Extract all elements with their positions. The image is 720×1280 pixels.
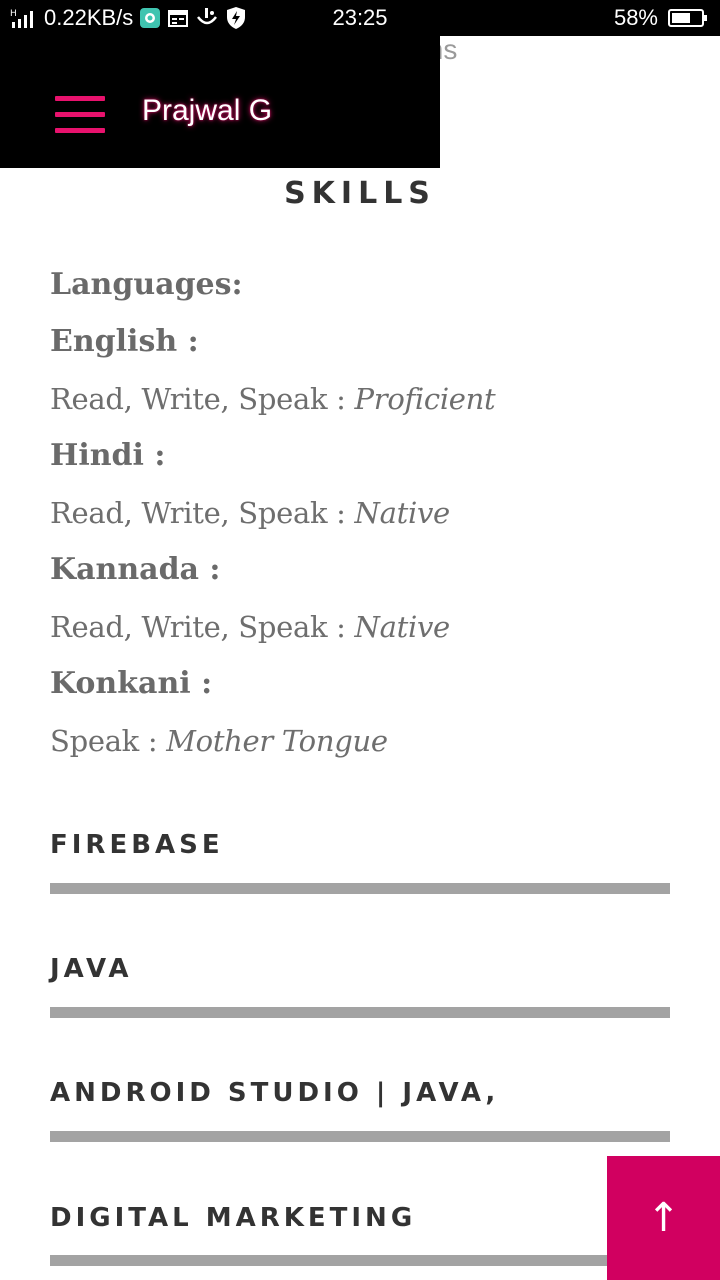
language-abilities: Read, Write, Speak : [50, 496, 355, 530]
language-level: Proficient [354, 382, 496, 416]
skill-item-android-studio: ANDROID STUDIO | JAVA, [50, 1078, 670, 1142]
language-level: Mother Tongue [166, 724, 388, 758]
language-abilities: Read, Write, Speak : [50, 610, 355, 644]
skill-bar [50, 1255, 670, 1266]
languages-label: Languages: [50, 267, 243, 302]
language-detail: Read, Write, Speak : Native [50, 604, 690, 661]
skill-bar [50, 1007, 670, 1018]
back-to-top-button[interactable]: ↑ [607, 1156, 720, 1280]
calendar-icon [167, 8, 189, 28]
language-name: Kannada : [50, 552, 221, 587]
language-abilities: Read, Write, Speak : [50, 382, 355, 416]
language-name: Hindi : [50, 438, 166, 473]
skill-item-java: JAVA [50, 954, 670, 1018]
language-detail: Read, Write, Speak : Native [50, 490, 690, 547]
skill-name: FIREBASE [50, 830, 224, 860]
battery-percent: 58% [613, 5, 658, 30]
language-name: English : [50, 324, 199, 359]
assistant-icon [195, 7, 219, 29]
arrow-up-icon: ↑ [646, 1195, 681, 1241]
languages-section: Languages: English : Read, Write, Speak … [50, 262, 690, 775]
language-level: Native [354, 610, 451, 644]
menu-icon[interactable] [55, 96, 105, 136]
site-header: Prajwal G [0, 36, 440, 168]
skill-bar [50, 1131, 670, 1142]
skill-bar [50, 883, 670, 894]
skill-item-firebase: FIREBASE [50, 830, 670, 894]
skill-name: JAVA [50, 954, 133, 984]
signal-icon: H [10, 7, 38, 29]
site-title[interactable]: Prajwal G [142, 94, 272, 128]
shield-icon [225, 6, 247, 30]
skill-item-digital-marketing: DIGITAL MARKETING [50, 1203, 670, 1266]
network-speed: 0.22KB/s [44, 5, 134, 30]
language-detail: Read, Write, Speak : Proficient [50, 376, 690, 433]
svg-text:H: H [10, 9, 17, 19]
language-name: Konkani : [50, 666, 213, 701]
skill-name: ANDROID STUDIO | JAVA, [50, 1078, 500, 1108]
battery-icon [668, 8, 708, 28]
language-abilities: Speak : [50, 724, 167, 758]
app-notification-icon [139, 7, 161, 29]
skill-name: DIGITAL MARKETING [50, 1203, 417, 1233]
skills-heading: SKILLS [284, 176, 436, 211]
language-detail: Speak : Mother Tongue [50, 718, 690, 775]
language-level: Native [354, 496, 451, 530]
status-bar: H 0.22KB/s 23:25 58% [0, 0, 720, 36]
